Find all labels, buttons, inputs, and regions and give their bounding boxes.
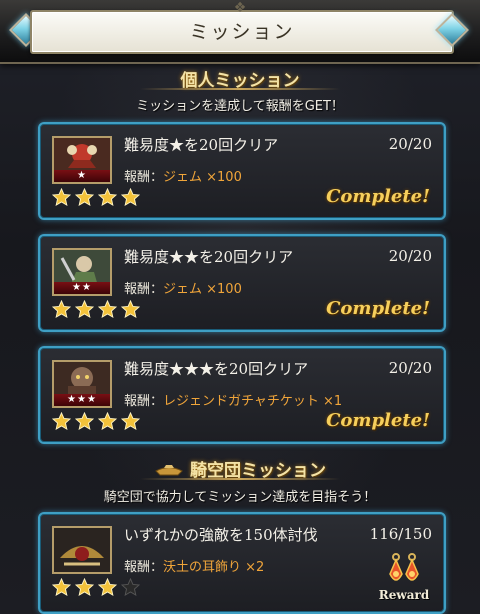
star-filled-icon [75,578,94,596]
mission-title: 難易度★★を20回クリア [124,248,294,266]
rank-label: ★ [54,170,110,182]
star-filled-icon [52,412,71,430]
rank-label: ★★ [54,282,110,294]
reward-line: 報酬：沃土の耳飾り ×2 [124,556,264,575]
star-filled-icon [75,300,94,318]
star-filled-icon [52,188,71,206]
reward-line: 報酬：レジェンドガチャチケット ×1 [124,390,342,409]
star-filled-icon [98,188,117,206]
star-filled-icon [75,188,94,206]
reward-value: レジェンドガチャチケット ×1 [163,394,343,409]
star-rating [52,300,144,320]
complete-label: Complete! [326,298,430,319]
mission-title: 難易度★を20回クリア [124,136,279,154]
star-filled-icon [121,188,140,206]
title-plate: ミッション [30,10,454,54]
complete-label: Complete! [326,410,430,431]
page-title: ミッション [189,21,295,43]
earring-reward-icon [389,553,419,581]
mission-progress: 116/150 [369,525,432,543]
mission-card[interactable]: ★★ 難易度★★を20回クリア 20/20 報酬：ジェム ×100 Comple… [38,234,446,332]
reward-value: ジェム ×100 [163,170,242,185]
reward-line: 報酬：ジェム ×100 [124,278,242,297]
reward-label: 報酬： [124,170,164,185]
star-rating [52,412,144,432]
crew-mission-card[interactable]: いずれかの強敵を150体討伐 116/150 報酬：沃土の耳飾り ×2 Rewa… [38,512,446,614]
mission-title: いずれかの強敵を150体討伐 [124,526,318,544]
mission-card[interactable]: ★★★ 難易度★★★を20回クリア 20/20 報酬：レジェンドガチャチケット … [38,346,446,444]
mission-thumbnail [52,526,112,574]
reward-label: 報酬： [124,560,164,575]
reward-value: ジェム ×100 [163,282,242,297]
heading-underline [140,88,340,90]
mission-title: 難易度★★★を20回クリア [124,360,309,378]
reward-button[interactable]: Reward [374,552,434,606]
personal-missions-subtitle: ミッションを達成して報酬をGET！ [136,99,344,114]
reward-button-label: Reward [378,588,430,602]
reward-label: 報酬： [124,282,164,297]
mission-card[interactable]: ★ 難易度★を20回クリア 20/20 報酬：ジェム ×100 Complete… [38,122,446,220]
mission-progress: 20/20 [388,135,432,153]
ornament-icon: ❖ [233,0,247,16]
mission-thumbnail: ★★★ [52,360,112,408]
reward-line: 報酬：ジェム ×100 [124,166,242,185]
mission-progress: 20/20 [388,247,432,265]
star-filled-icon [98,412,117,430]
star-filled-icon [121,300,140,318]
star-filled-icon [98,578,117,596]
airship-icon [155,465,183,476]
star-filled-icon [75,412,94,430]
mission-thumbnail: ★ [52,136,112,184]
reward-value: 沃土の耳飾り ×2 [163,560,265,575]
title-bar: ミッション ❖ [0,0,480,64]
star-empty-icon [121,578,140,596]
monster-art-icon [54,528,110,572]
complete-label: Complete! [326,186,430,207]
star-filled-icon [52,578,71,596]
star-filled-icon [121,412,140,430]
mission-thumbnail: ★★ [52,248,112,296]
mission-progress: 20/20 [388,359,432,377]
star-filled-icon [52,300,71,318]
star-filled-icon [98,300,117,318]
star-rating [52,188,144,208]
crew-missions-subtitle: 騎空団で協力してミッション達成を目指そう！ [103,490,377,505]
heading-underline [140,478,340,480]
rank-label: ★★★ [54,394,110,406]
star-rating [52,578,144,598]
reward-label: 報酬： [124,394,164,409]
